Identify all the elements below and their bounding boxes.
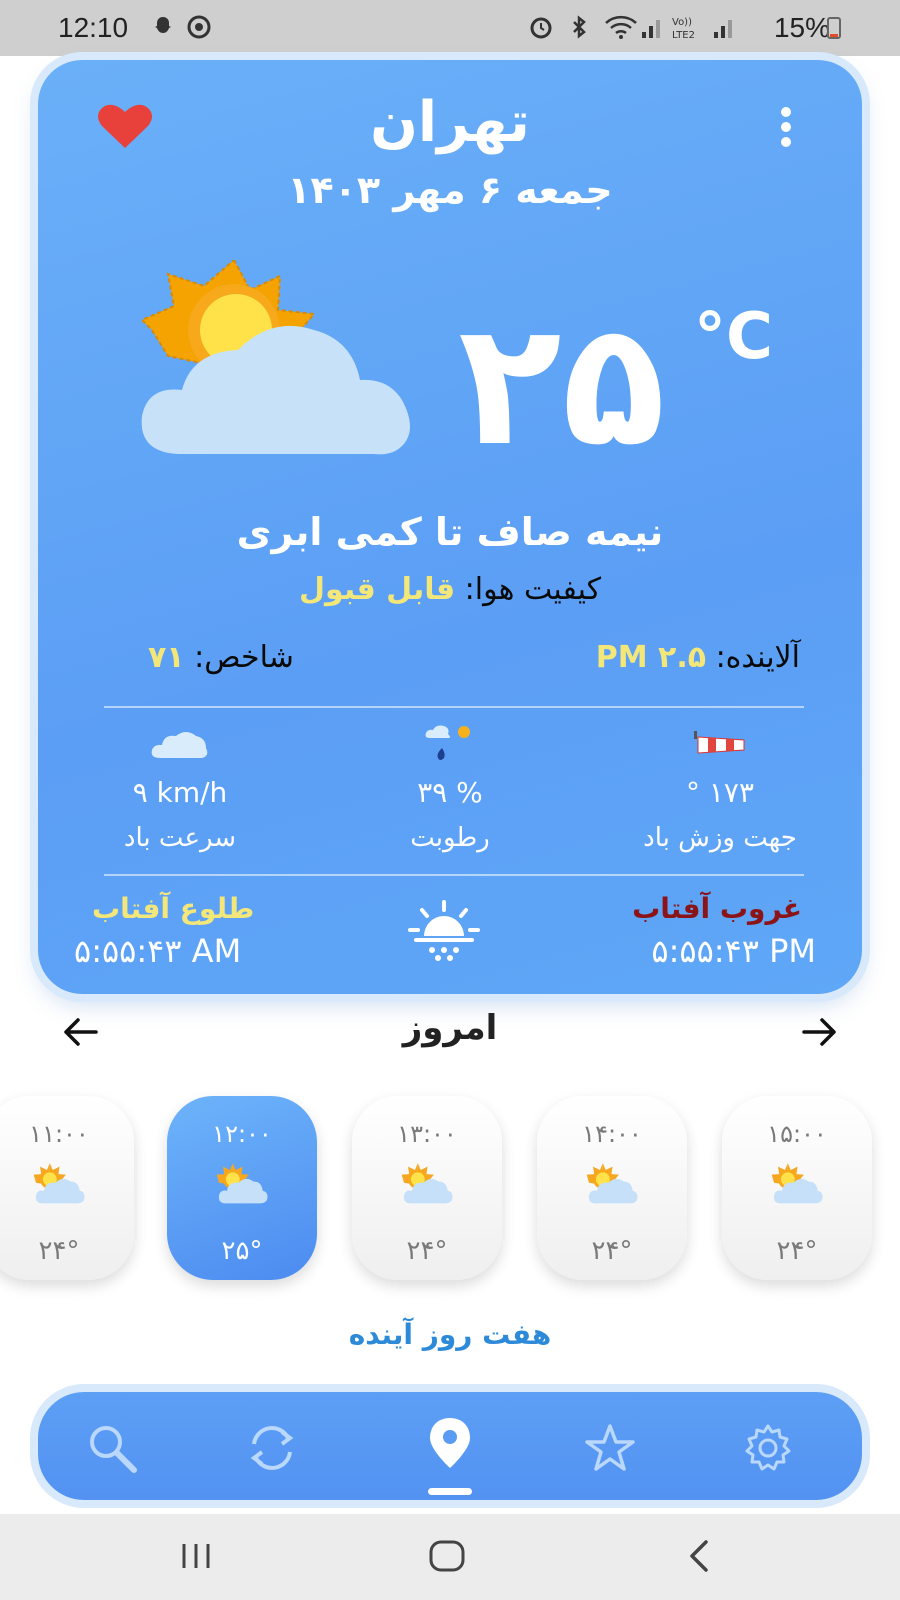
- arrow-right-icon[interactable]: [800, 1012, 840, 1052]
- partly-cloudy-icon: [140, 260, 411, 455]
- day-title: امروز: [402, 1008, 498, 1048]
- wind-speed-value: ۹ km/h: [132, 776, 228, 809]
- hourly-temp: ۲۴°: [406, 1236, 448, 1266]
- hourly-temp: ۲۵°: [221, 1236, 263, 1266]
- humidity-label: رطوبت: [410, 823, 490, 853]
- location-pin-icon[interactable]: [422, 1414, 478, 1470]
- sunset-label: غروب آفتاب: [632, 892, 802, 925]
- wifi-icon: [605, 15, 637, 39]
- recent-apps-icon[interactable]: [178, 1540, 214, 1572]
- partly-cloudy-icon: [30, 1162, 88, 1208]
- windsock-icon: [694, 731, 745, 754]
- hourly-card[interactable]: ۱۵:۰۰ ۲۴°: [722, 1096, 872, 1280]
- hourly-temp: ۲۴°: [38, 1236, 80, 1266]
- current-weather-card: تهران جمعه ۶ مهر ۱۴۰۳ ۲۵ °C نیمه صاف تا …: [38, 60, 862, 994]
- sunrise-sunset-icon: [408, 900, 480, 961]
- wind-speed-label: سرعت باد: [123, 823, 237, 853]
- seven-day-forecast-link[interactable]: هفت روز آینده: [0, 1318, 900, 1351]
- hourly-time: ۱۲:۰۰: [212, 1120, 272, 1148]
- partly-cloudy-icon: [213, 1162, 271, 1208]
- partly-cloudy-icon: [768, 1162, 826, 1208]
- bottom-navigation: [38, 1392, 862, 1500]
- app-notification-icon: [187, 15, 211, 39]
- svg-text:LTE2: LTE2: [672, 30, 695, 40]
- humidity-stat: ۳۹ % رطوبت: [330, 724, 570, 853]
- sunset-time: ۵:۵۵:۴۳ PM: [651, 932, 816, 970]
- aqi-index-value: ۷۱: [148, 640, 185, 675]
- hourly-time: ۱۵:۰۰: [767, 1120, 827, 1148]
- partly-cloudy-icon: [398, 1162, 456, 1208]
- wind-direction-stat: ° ۱۷۳ جهت وزش باد: [600, 724, 840, 853]
- back-icon[interactable]: [686, 1538, 712, 1574]
- hourly-time: ۱۳:۰۰: [397, 1120, 457, 1148]
- air-quality-label: کیفیت هوا:: [464, 572, 601, 607]
- hourly-card[interactable]: ۱۴:۰۰ ۲۴°: [537, 1096, 687, 1280]
- aqi-index-label: شاخص:: [194, 640, 294, 675]
- more-menu-icon[interactable]: [776, 104, 796, 150]
- hourly-card-active[interactable]: ۱۲:۰۰ ۲۵°: [167, 1096, 317, 1280]
- sunrise-label: طلوع آفتاب: [92, 892, 255, 925]
- alarm-icon: [530, 17, 552, 39]
- humidity-value: ۳۹ %: [417, 776, 483, 809]
- wind-direction-label: جهت وزش باد: [643, 823, 797, 853]
- temperature-unit: °C: [694, 300, 773, 374]
- air-quality-row: کیفیت هوا: قابل قبول: [38, 572, 862, 607]
- settings-gear-icon[interactable]: [740, 1420, 796, 1476]
- divider: [104, 706, 804, 708]
- humidity-icon: [425, 725, 470, 760]
- weather-condition: نیمه صاف تا کمی ابری: [236, 510, 664, 554]
- hourly-card[interactable]: ۱۱:۰۰ ۲۴°: [0, 1096, 134, 1280]
- refresh-icon[interactable]: [244, 1420, 300, 1476]
- pollutant-value: PM ۲.۵: [595, 640, 707, 675]
- hourly-time: ۱۱:۰۰: [29, 1120, 89, 1148]
- battery-icon: [827, 17, 841, 39]
- wind-direction-value: ° ۱۷۳: [685, 776, 755, 809]
- partly-cloudy-icon: [583, 1162, 641, 1208]
- aqi-index-row: شاخص: ۷۱: [148, 640, 294, 675]
- home-icon[interactable]: [428, 1538, 466, 1574]
- air-quality-value: قابل قبول: [299, 572, 456, 607]
- date-text: جمعه ۶ مهر ۱۴۰۳: [287, 168, 613, 212]
- signal-2-icon: [714, 20, 732, 38]
- bluetooth-icon: [573, 15, 586, 39]
- wind-speed-stat: ۹ km/h سرعت باد: [60, 724, 300, 853]
- hourly-temp: ۲۴°: [591, 1236, 633, 1266]
- hourly-time: ۱۴:۰۰: [582, 1120, 642, 1148]
- hourly-card[interactable]: ۱۳:۰۰ ۲۴°: [352, 1096, 502, 1280]
- svg-text:Vo)): Vo)): [672, 17, 692, 28]
- pollutant-label: آلاینده:: [715, 640, 800, 675]
- hourly-temp: ۲۴°: [776, 1236, 818, 1266]
- snapchat-icon: [155, 17, 171, 33]
- signal-icon: [642, 20, 660, 38]
- pollutant-row: آلاینده: PM ۲.۵: [596, 640, 800, 675]
- temperature-value: ۲۵: [458, 286, 666, 484]
- star-icon[interactable]: [582, 1420, 638, 1476]
- city-name: تهران: [370, 90, 530, 155]
- android-navigation-bar: [0, 1514, 900, 1600]
- search-icon[interactable]: [84, 1420, 140, 1476]
- status-bar: 12:10 Vo)) LTE2 15%: [0, 0, 900, 56]
- divider: [104, 874, 804, 876]
- status-time: 12:10: [58, 12, 129, 43]
- cloud-icon: [151, 732, 208, 758]
- active-tab-indicator: [428, 1488, 472, 1495]
- sunrise-time: ۵:۵۵:۴۳ AM: [74, 932, 242, 970]
- battery-percent: 15%: [773, 12, 830, 43]
- volte-lte-icon: Vo)) LTE2: [672, 17, 695, 40]
